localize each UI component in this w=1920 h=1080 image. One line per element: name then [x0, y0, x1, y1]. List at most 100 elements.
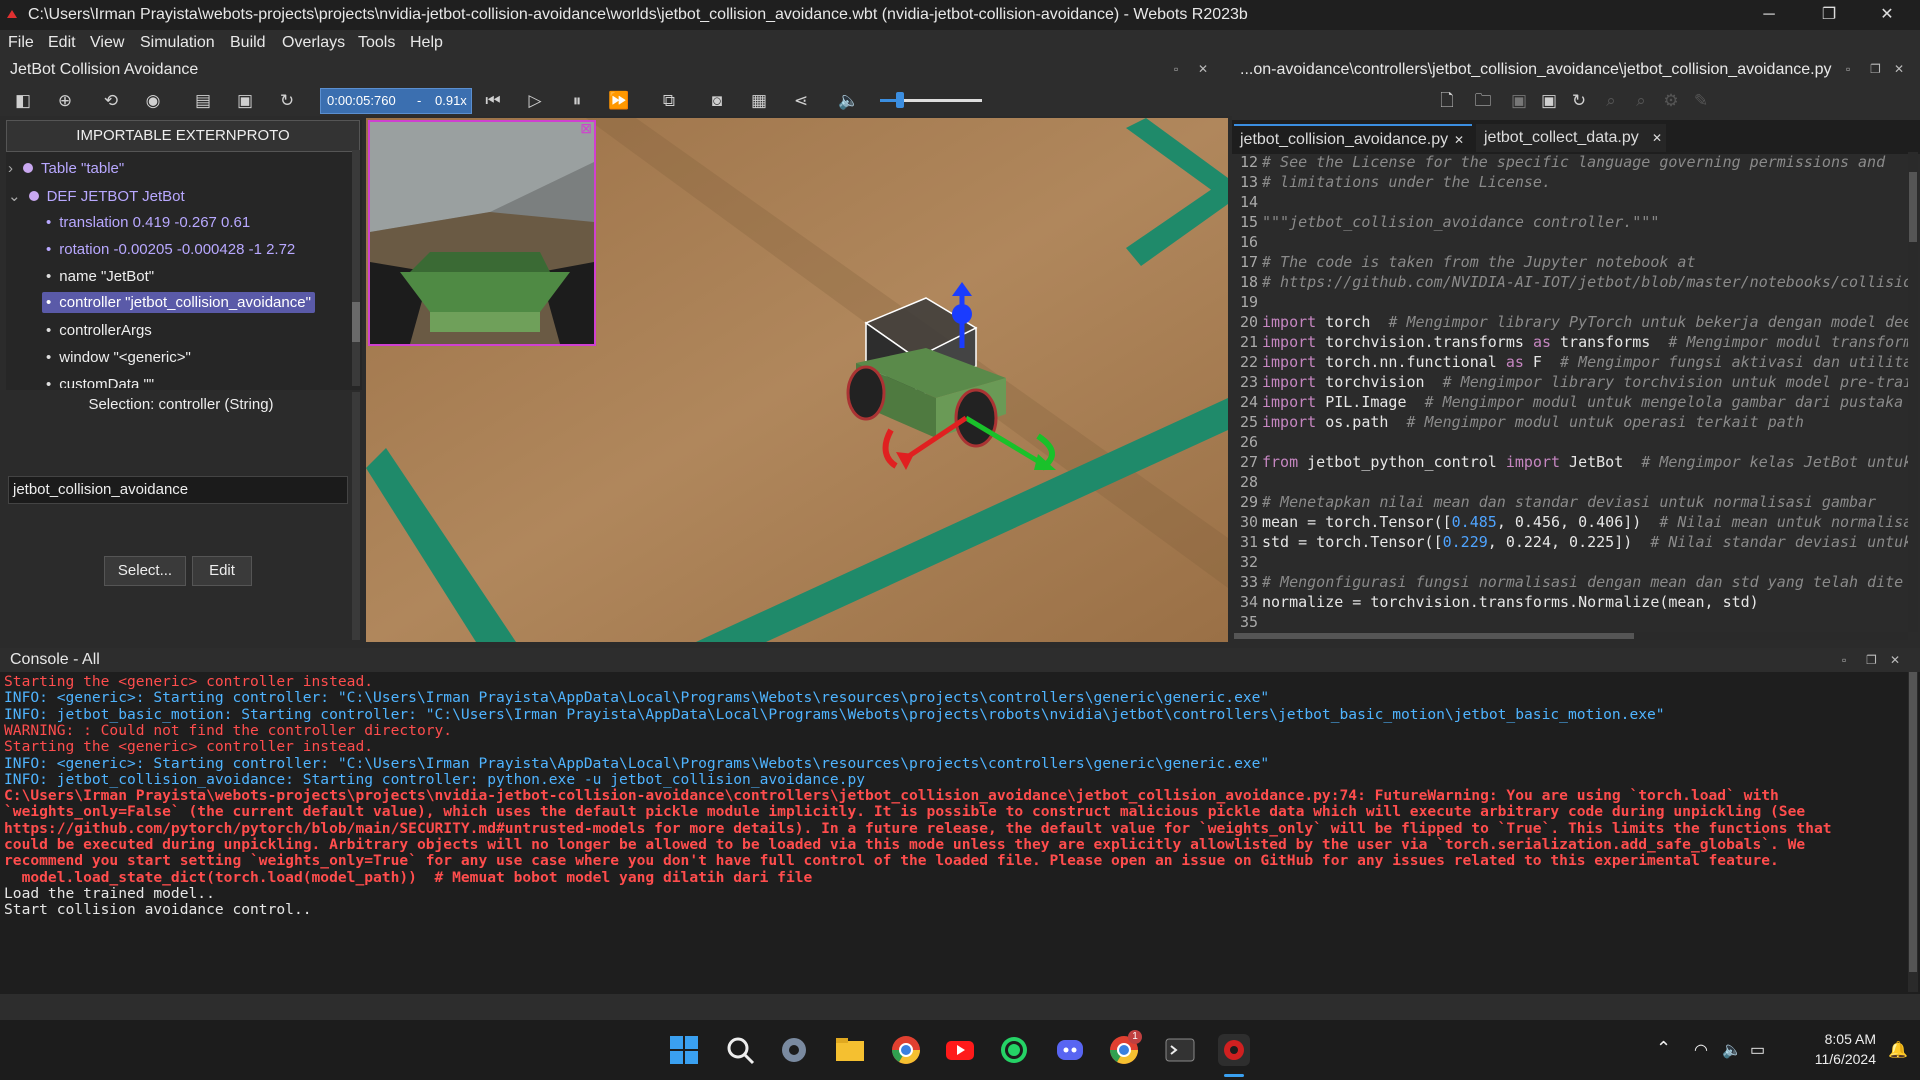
share-icon[interactable]: ⋖ [790, 90, 812, 112]
save-all-icon[interactable]: ▣ [1538, 90, 1560, 112]
clock-time[interactable]: 8:05 AM [1792, 1031, 1876, 1047]
battery-icon[interactable]: ▭ [1750, 1040, 1765, 1060]
code-line[interactable]: 21 import torchvision.transforms as trans… [1234, 332, 1908, 352]
discord-icon[interactable] [1054, 1034, 1086, 1066]
add-node-icon[interactable]: ⊕ [54, 90, 76, 112]
importable-externproto-button[interactable]: IMPORTABLE EXTERNPROTO [6, 120, 360, 152]
code-line[interactable]: 33 # Mengonfigurasi fungsi normalisasi de… [1234, 572, 1903, 592]
tray-overflow-icon[interactable]: ⌃ [1656, 1038, 1671, 1059]
tab-close-icon[interactable]: ✕ [1652, 124, 1662, 152]
field-custom-data[interactable]: • customData "" [46, 376, 154, 388]
code-line[interactable]: 20 import torch # Mengimpor library PyTor… [1234, 312, 1908, 332]
find-icon[interactable]: ⌕ [1600, 90, 1622, 112]
view-eye-icon[interactable]: ◉ [142, 90, 164, 112]
revert-icon[interactable]: ↻ [1568, 90, 1590, 112]
volume-tray-icon[interactable]: 🔈 [1722, 1040, 1742, 1060]
menu-help[interactable]: Help [410, 34, 443, 52]
panel-restore-button[interactable]: ❐ [1870, 62, 1881, 76]
terminal-icon[interactable] [1164, 1034, 1196, 1066]
code-line[interactable]: 35 [1234, 612, 1262, 632]
expand-icon[interactable]: › [8, 160, 13, 177]
code-hscroll-thumb[interactable] [1234, 633, 1634, 639]
settings-icon[interactable] [778, 1034, 810, 1066]
code-vertical-scrollbar[interactable] [1908, 152, 1918, 632]
tab-close-icon[interactable]: ✕ [1454, 126, 1464, 154]
console-scrollbar[interactable] [1908, 672, 1918, 992]
menu-tools[interactable]: Tools [358, 34, 395, 52]
field-translation[interactable]: • translation 0.419 -0.267 0.61 [46, 214, 250, 231]
volume-icon[interactable]: 🔈 [838, 90, 860, 112]
menu-simulation[interactable]: Simulation [140, 34, 215, 52]
chrome-icon[interactable] [890, 1034, 922, 1066]
select-controller-button[interactable]: Select... [104, 556, 186, 586]
code-line[interactable]: 23 import torchvision # Mengimpor library… [1234, 372, 1908, 392]
file-explorer-icon[interactable] [834, 1034, 866, 1066]
code-line[interactable]: 28 [1234, 472, 1262, 492]
field-window[interactable]: • window "<generic>" [46, 349, 191, 366]
open-file-icon[interactable]: 🗀 [1472, 90, 1494, 112]
record-movie-icon[interactable]: ▦ [748, 90, 770, 112]
reset-simulation-icon[interactable]: ⏮ [482, 90, 504, 112]
code-line[interactable]: 12 # See the License for the specific lan… [1234, 152, 1885, 172]
field-name[interactable]: • name "JetBot" [46, 268, 154, 285]
restore-button[interactable]: ❐ [1804, 2, 1854, 28]
build-icon[interactable]: ⚙ [1660, 90, 1682, 112]
field-rotation[interactable]: • rotation -0.00205 -0.000428 -1 2.72 [46, 241, 295, 258]
code-line[interactable]: 16 [1234, 232, 1262, 252]
camera-overlay[interactable]: ⊠ [368, 120, 596, 346]
panel-restore-button[interactable]: ❐ [1866, 653, 1877, 667]
volume-slider-thumb[interactable] [896, 92, 905, 108]
notification-bell-icon[interactable]: 🔔 [1888, 1040, 1908, 1060]
step-icon[interactable]: ▷ [524, 90, 546, 112]
code-line[interactable]: 24 import PIL.Image # Mengimpor modul unt… [1234, 392, 1908, 412]
edit-controller-button[interactable]: Edit [192, 556, 252, 586]
panel-float-button[interactable]: ▫ [1846, 62, 1850, 76]
code-line[interactable]: 34 normalize = torchvision.transforms.Nor… [1234, 592, 1759, 612]
code-line[interactable]: 29 # Menetapkan nilai mean dan standar de… [1234, 492, 1876, 512]
panel-close-button[interactable]: ✕ [1890, 653, 1900, 667]
code-scroll-thumb[interactable] [1909, 172, 1917, 242]
follow-object-icon[interactable]: ⟲ [100, 90, 122, 112]
save-file-icon[interactable]: ▣ [1508, 90, 1530, 112]
panel-float-button[interactable]: ▫ [1842, 653, 1846, 667]
menu-edit[interactable]: Edit [48, 34, 76, 52]
save-world-icon[interactable]: ▣ [234, 90, 256, 112]
chrome-profile-icon[interactable]: 1 [1108, 1030, 1142, 1066]
menu-overlays[interactable]: Overlays [282, 34, 345, 52]
search-icon[interactable] [724, 1034, 756, 1066]
tab-jetbot-collect-data[interactable]: jetbot_collect_data.py ✕ [1476, 124, 1666, 152]
tree-item-jetbot[interactable]: ⌄ DEF JETBOT JetBot [8, 187, 185, 205]
code-line[interactable]: 26 [1234, 432, 1262, 452]
code-line[interactable]: 22 import torch.nn.functional as F # Meng… [1234, 352, 1908, 372]
fast-forward-icon[interactable]: ⏩ [608, 90, 630, 112]
field-controller-args[interactable]: • controllerArgs [46, 322, 152, 339]
code-line[interactable]: 17 # The code is taken from the Jupyter n… [1234, 252, 1696, 272]
menu-file[interactable]: File [8, 34, 34, 52]
close-window-button[interactable]: ✕ [1862, 2, 1912, 28]
collapse-icon[interactable]: ⌄ [8, 188, 21, 205]
webots-taskbar-icon[interactable] [1218, 1034, 1250, 1066]
clean-icon[interactable]: ✎ [1690, 90, 1712, 112]
tab-jetbot-collision-avoidance[interactable]: jetbot_collision_avoidance.py ✕ [1234, 124, 1472, 154]
scene-tree-scrollbar[interactable] [352, 150, 360, 386]
toggle-scene-tree-icon[interactable]: ◧ [12, 90, 34, 112]
controller-value-field[interactable]: jetbot_collision_avoidance [8, 476, 348, 504]
panel-close-button[interactable]: ✕ [1198, 62, 1208, 76]
minimize-button[interactable]: ─ [1744, 2, 1794, 28]
windows-start-icon[interactable] [668, 1034, 700, 1066]
field-controller-selected[interactable]: • controller "jetbot_collision_avoidance" [42, 292, 315, 313]
console-scroll-thumb[interactable] [1909, 672, 1917, 972]
code-line[interactable]: 30 mean = torch.Tensor([0.485, 0.456, 0.4… [1234, 512, 1908, 532]
code-horizontal-scrollbar[interactable] [1234, 632, 1908, 640]
code-editor[interactable]: 12 # See the License for the specific lan… [1234, 152, 1908, 632]
code-line[interactable]: 27 from jetbot_python_control import JetB… [1234, 452, 1908, 472]
youtube-icon[interactable] [944, 1034, 976, 1066]
panel-close-button[interactable]: ✕ [1894, 62, 1904, 76]
overlay-close-icon[interactable]: ⊠ [580, 122, 592, 137]
clock-date[interactable]: 11/6/2024 [1792, 1051, 1876, 1067]
pause-icon[interactable]: ⏸ [566, 90, 588, 112]
code-line[interactable]: 19 [1234, 292, 1262, 312]
menu-view[interactable]: View [90, 34, 124, 52]
new-file-icon[interactable]: 🗋 [1436, 90, 1458, 112]
panel-float-button[interactable]: ▫ [1174, 62, 1178, 76]
